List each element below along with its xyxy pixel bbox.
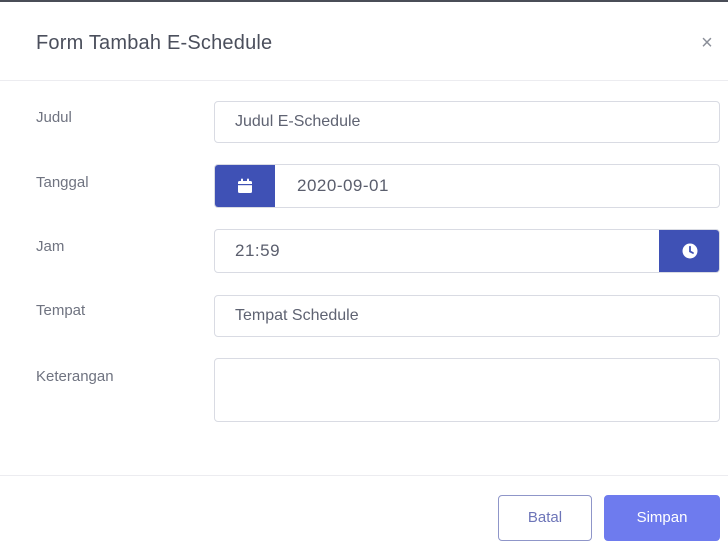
jam-label: Jam [36,238,65,255]
footer-divider [0,475,728,476]
cancel-button[interactable]: Batal [498,495,592,541]
tempat-input[interactable]: Tempat Schedule [214,295,720,337]
keterangan-textarea[interactable] [214,358,720,422]
tempat-label: Tempat [36,302,86,319]
calendar-button[interactable] [215,165,275,207]
clock-button[interactable] [659,230,719,272]
keterangan-label: Keterangan [36,368,114,385]
tanggal-field[interactable]: 2020-09-01 [214,164,720,208]
tanggal-label: Tanggal [36,174,89,191]
judul-label: Judul [36,109,72,126]
close-icon: × [701,32,713,54]
calendar-icon [237,178,252,193]
save-button[interactable]: Simpan [604,495,720,541]
judul-input[interactable]: Judul E-Schedule [214,101,720,143]
jam-value: 21:59 [235,241,281,260]
clock-icon [682,243,697,259]
close-button[interactable]: × [696,32,718,54]
jam-field[interactable]: 21:59 [214,229,720,273]
tanggal-value: 2020-09-01 [297,176,389,195]
add-eschedule-modal: Form Tambah E-Schedule × Judul Judul E-S… [0,0,728,545]
modal-header: Form Tambah E-Schedule × [0,2,728,81]
modal-title: Form Tambah E-Schedule [36,32,273,54]
